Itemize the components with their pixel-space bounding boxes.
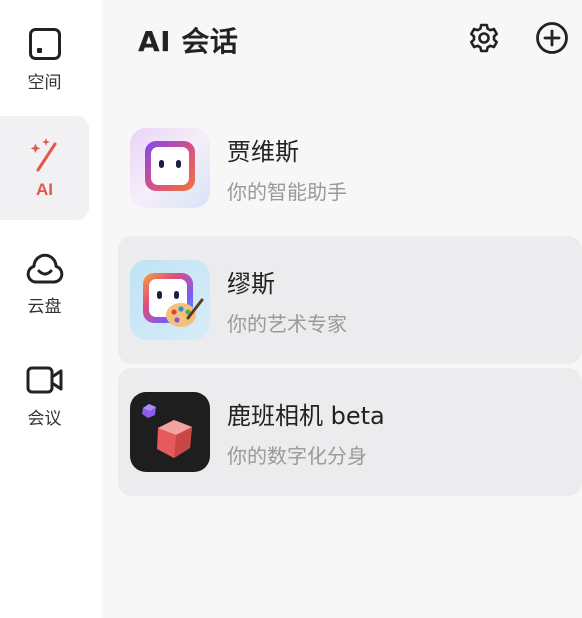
bot-name: 鹿班相机 beta xyxy=(227,402,385,430)
sidebar-item-label: AI xyxy=(36,180,53,199)
robot-palette-avatar xyxy=(130,260,210,340)
sidebar-item-label: 空间 xyxy=(27,73,62,93)
magic-wand-icon xyxy=(25,136,65,176)
sidebar-item-label: 云盘 xyxy=(27,297,62,317)
gear-icon xyxy=(470,23,498,53)
bot-name: 缪斯 xyxy=(227,270,275,298)
bot-description: 你的智能助手 xyxy=(227,180,347,204)
cloud-icon xyxy=(25,248,65,288)
main-panel: AI 会话 贾维斯 你的智能助手 缪斯 你的艺术专家 鹿班相机 beta 你的数… xyxy=(102,0,582,618)
sidebar-item-ai[interactable]: AI xyxy=(0,116,89,220)
plus-circle-icon xyxy=(536,22,568,54)
bot-description: 你的数字化分身 xyxy=(227,444,367,468)
robot-face-avatar xyxy=(130,128,210,208)
bot-name: 贾维斯 xyxy=(227,138,299,166)
square-dot-icon xyxy=(25,24,65,64)
bot-item-jarvis[interactable]: 贾维斯 你的智能助手 xyxy=(118,104,582,232)
sidebar-item-cloud[interactable]: 云盘 xyxy=(0,228,89,332)
add-conversation-button[interactable] xyxy=(534,20,570,56)
bot-description: 你的艺术专家 xyxy=(227,312,347,336)
settings-button[interactable] xyxy=(466,20,502,56)
sidebar-item-space[interactable]: 空间 xyxy=(0,4,89,108)
sidebar-item-meeting[interactable]: 会议 xyxy=(0,340,89,444)
bot-item-muse[interactable]: 缪斯 你的艺术专家 xyxy=(118,236,582,364)
page-title: AI 会话 xyxy=(138,25,239,58)
cube-avatar xyxy=(130,392,210,472)
sidebar: 空间 AI 云盘 会议 xyxy=(0,0,102,618)
video-camera-icon xyxy=(25,360,65,400)
sidebar-item-label: 会议 xyxy=(27,409,62,429)
bot-item-luban-camera[interactable]: 鹿班相机 beta 你的数字化分身 xyxy=(118,368,582,496)
